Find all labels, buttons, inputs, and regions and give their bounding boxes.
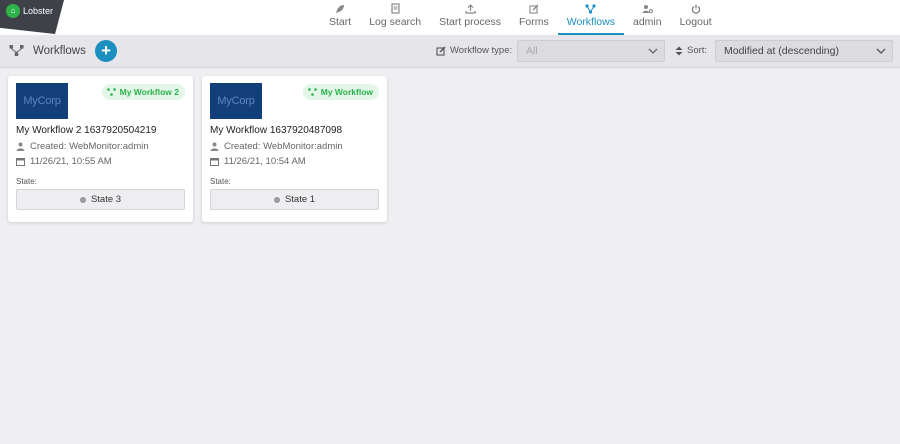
user-icon: [16, 142, 25, 151]
state-label: State:: [16, 177, 37, 186]
sort-label: Sort:: [675, 45, 707, 56]
date-row: 11/26/21, 10:55 AM: [16, 156, 112, 167]
state-button[interactable]: State 1: [210, 189, 379, 210]
sort-label-text: Sort:: [687, 45, 708, 56]
company-logo: MyCorp: [210, 83, 262, 119]
nav-forms-label: Forms: [519, 16, 549, 28]
workflow-type-label: Workflow type:: [436, 45, 512, 56]
nav-log-search-label: Log search: [369, 16, 422, 28]
nav-logout[interactable]: Logout: [671, 0, 721, 35]
state-value: State 1: [284, 194, 316, 205]
logo-text: Lobster: [23, 6, 54, 16]
workflow-card[interactable]: MyCorp My Workflow My Workflow 163792048…: [202, 76, 387, 222]
created-row: Created: WebMonitor:admin: [16, 141, 149, 152]
sort-value: Modified at (descending): [724, 45, 839, 57]
nav-admin-label: admin: [632, 16, 662, 28]
add-workflow-button[interactable]: +: [95, 40, 117, 62]
created-date: 11/26/21, 10:54 AM: [224, 156, 306, 167]
top-navbar: ⌂ Lobster Start Log search Start process: [0, 0, 900, 35]
user-icon: [210, 142, 219, 151]
nav-workflows[interactable]: Workflows: [557, 0, 624, 35]
state-button[interactable]: State 3: [16, 189, 185, 210]
state-dot-icon: [273, 196, 280, 203]
calendar-icon: [16, 158, 25, 166]
workflow-icon: [585, 0, 596, 16]
lobster-logo-icon: ⌂: [6, 4, 20, 18]
main-nav: Start Log search Start process Forms Wor…: [320, 0, 721, 35]
workflow-type-badge: My Workflow 2: [101, 84, 185, 100]
nav-forms[interactable]: Forms: [510, 0, 558, 35]
state-value: State 3: [90, 194, 122, 205]
document-icon: [391, 0, 400, 16]
workflow-card[interactable]: MyCorp My Workflow 2 My Workflow 2 16379…: [8, 76, 193, 222]
chevron-down-icon: [648, 46, 658, 58]
badge-label: My Workflow 2: [119, 87, 179, 97]
card-title: My Workflow 2 1637920504219: [16, 125, 157, 136]
workflow-type-badge: My Workflow: [302, 84, 379, 100]
edit-icon: [436, 46, 446, 56]
calendar-icon: [210, 158, 219, 166]
nav-workflows-label: Workflows: [566, 16, 615, 28]
workflow-icon: [307, 88, 317, 96]
rocket-icon: [335, 0, 345, 16]
workflow-icon: [9, 44, 24, 60]
sort-select[interactable]: Modified at (descending): [715, 40, 893, 62]
state-label: State:: [210, 177, 231, 186]
lobster-logo[interactable]: ⌂ Lobster: [0, 0, 64, 34]
workflows-toolbar: Workflows + Workflow type: All Sort: Mod…: [0, 35, 900, 68]
workflow-type-value: All: [526, 45, 538, 57]
nav-log-search[interactable]: Log search: [360, 0, 430, 35]
company-logo: MyCorp: [16, 83, 68, 119]
nav-start-process[interactable]: Start process: [430, 0, 510, 35]
nav-start[interactable]: Start: [320, 0, 360, 35]
state-dot-icon: [79, 196, 86, 203]
nav-logout-label: Logout: [679, 16, 712, 28]
created-row: Created: WebMonitor:admin: [210, 141, 343, 152]
nav-admin[interactable]: admin: [624, 0, 671, 35]
nav-start-process-label: Start process: [439, 16, 501, 28]
badge-label: My Workflow: [320, 87, 373, 97]
card-title: My Workflow 1637920487098: [210, 125, 343, 136]
created-by: Created: WebMonitor:admin: [224, 141, 343, 152]
date-row: 11/26/21, 10:54 AM: [210, 156, 306, 167]
page-title: Workflows: [33, 45, 86, 57]
nav-start-label: Start: [329, 16, 352, 28]
user-gear-icon: [642, 0, 653, 16]
chevron-down-icon: [876, 46, 886, 58]
created-date: 11/26/21, 10:55 AM: [30, 156, 112, 167]
edit-icon: [529, 0, 539, 16]
power-icon: [691, 0, 701, 16]
workflow-type-label-text: Workflow type:: [450, 45, 513, 56]
workflow-icon: [106, 88, 116, 96]
sort-icon: [675, 46, 683, 55]
upload-icon: [464, 0, 476, 16]
created-by: Created: WebMonitor:admin: [30, 141, 149, 152]
workflow-type-select[interactable]: All: [517, 40, 665, 62]
